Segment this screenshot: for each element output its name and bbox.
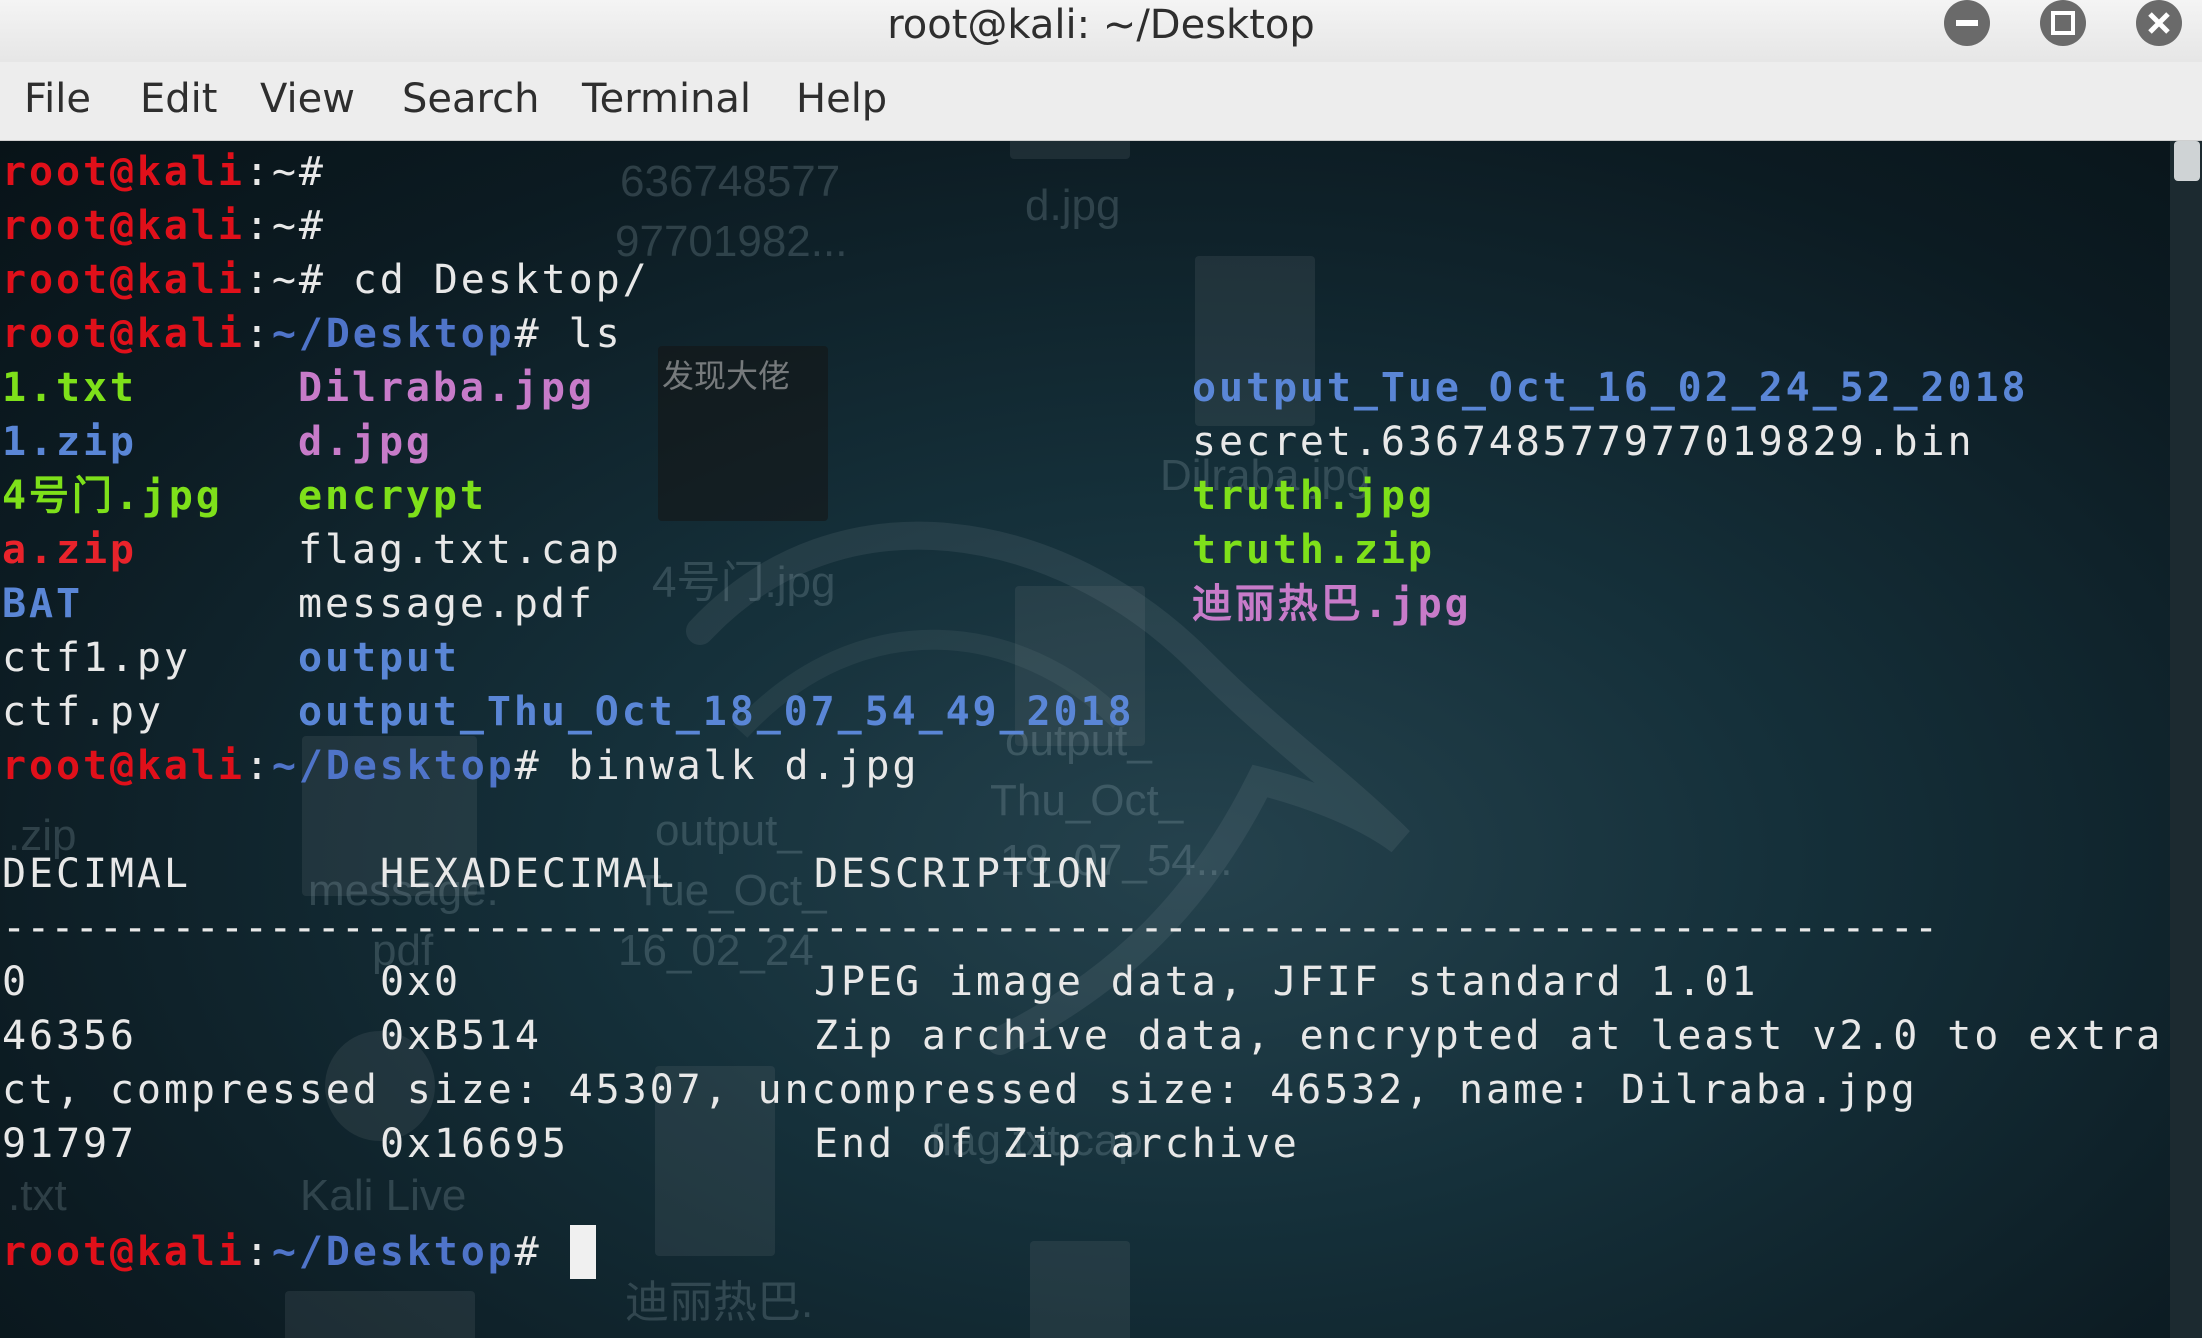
terminal-line: root@kali:~# cd Desktop/ [2, 253, 650, 307]
prompt-user: root@kali [2, 149, 245, 195]
desktop-icon-label: 迪丽热巴. [625, 1278, 814, 1327]
binwalk-hex: 0xB514 [380, 1013, 542, 1059]
prompt-user: root@kali [2, 257, 245, 303]
prompt-path: ~/Desktop [271, 311, 515, 357]
ls-entry: Dilraba.jpg [298, 365, 595, 411]
scrollbar-track[interactable] [2170, 141, 2202, 1338]
minimize-icon [1956, 20, 1978, 26]
desktop-icon-label: .txt [8, 1171, 67, 1220]
menu-search[interactable]: Search [402, 76, 539, 122]
menu-help[interactable]: Help [796, 76, 887, 122]
terminal-line: root@kali:~/Desktop# [2, 1225, 542, 1279]
ls-entry: 4号门.jpg [2, 473, 223, 519]
prompt-user: root@kali [2, 743, 245, 789]
window-title: root@kali: ~/Desktop [887, 2, 1315, 48]
ls-entry: output [298, 635, 460, 681]
command-text: binwalk d.jpg [541, 743, 920, 789]
close-icon [2148, 12, 2170, 34]
menu-view[interactable]: View [260, 76, 355, 122]
menu-file[interactable]: File [24, 76, 91, 122]
title-bar[interactable]: root@kali: ~/Desktop [0, 0, 2202, 62]
desktop-icon-image [1010, 141, 1130, 159]
prompt-path: ~ [271, 257, 299, 303]
ls-entry: ctf1.py [2, 635, 191, 681]
terminal-line: root@kali:~/Desktop# binwalk d.jpg [2, 739, 919, 793]
terminal-line: root@kali:~/Desktop# ls [2, 307, 623, 361]
desktop-icon-label: Kali Live [300, 1171, 467, 1220]
text-cursor[interactable] [570, 1225, 596, 1279]
ls-entry: truth.zip [1192, 527, 1435, 573]
prompt-path: ~ [271, 149, 299, 195]
menu-bar: File Edit View Search Terminal Help [0, 62, 2202, 142]
desktop-icon-label: output_ [655, 806, 802, 855]
ls-entry: a.zip [2, 527, 137, 573]
ls-entry: message.pdf [298, 581, 595, 627]
binwalk-hex: 0x0 [380, 959, 461, 1005]
ls-entry: truth.jpg [1192, 473, 1435, 519]
prompt-user: root@kali [2, 311, 245, 357]
binwalk-decimal: 91797 [2, 1121, 137, 1167]
prompt-separator: : [244, 743, 272, 789]
binwalk-header-description: DESCRIPTION [814, 851, 1111, 897]
prompt-hash: # [298, 149, 326, 195]
ls-entry: 1.zip [2, 419, 137, 465]
prompt-separator: : [244, 257, 272, 303]
terminal-line: root@kali:~# [2, 199, 326, 253]
ls-entry: output_Thu_Oct_18_07_54_49_2018 [298, 689, 1135, 735]
desktop-icon-label: Thu_Oct_ [990, 776, 1184, 825]
binwalk-decimal: 0 [2, 959, 29, 1005]
binwalk-description: End of Zip archive [814, 1121, 1300, 1167]
prompt-separator: : [244, 203, 272, 249]
maximize-icon [2051, 11, 2075, 35]
ls-entry: 迪丽热巴.jpg [1192, 581, 1472, 627]
binwalk-description: Zip archive data, encrypted at least v2.… [814, 1013, 2164, 1059]
prompt-hash: # [514, 1229, 542, 1275]
binwalk-decimal: 46356 [2, 1013, 137, 1059]
binwalk-description-continued: ct, compressed size: 45307, uncompressed… [2, 1067, 1918, 1113]
ls-entry: secret.636748577977019829.bin [1192, 419, 1975, 465]
ls-entry: d.jpg [298, 419, 433, 465]
ls-entry: flag.txt.cap [298, 527, 622, 573]
prompt-path: ~/Desktop [271, 743, 515, 789]
prompt-path: ~/Desktop [271, 1229, 515, 1275]
prompt-separator: : [244, 311, 272, 357]
desktop-icon-image [285, 1291, 475, 1338]
ls-entry: BAT [2, 581, 83, 627]
prompt-separator: : [244, 149, 272, 195]
ls-entry: 1.txt [2, 365, 137, 411]
binwalk-header-hex: HEXADECIMAL [380, 851, 677, 897]
desktop-icon-label: 4号门.jpg [652, 558, 836, 607]
scrollbar-thumb[interactable] [2174, 141, 2200, 181]
binwalk-hex: 0x16695 [380, 1121, 569, 1167]
ls-entry: ctf.py [2, 689, 164, 735]
desktop-icon-label: 发现大佬 [662, 358, 791, 394]
menu-terminal[interactable]: Terminal [582, 76, 751, 122]
binwalk-description: JPEG image data, JFIF standard 1.01 [814, 959, 1759, 1005]
binwalk-header-decimal: DECIMAL [2, 851, 191, 897]
binwalk-separator: ----------------------------------------… [2, 905, 1939, 951]
prompt-hash: # [298, 257, 326, 303]
ls-entry: encrypt [298, 473, 487, 519]
desktop-icon-label: 636748577 [620, 157, 841, 206]
prompt-separator: : [244, 1229, 272, 1275]
prompt-hash: # [514, 311, 542, 357]
prompt-hash: # [514, 743, 542, 789]
terminal-line: root@kali:~# [2, 145, 326, 199]
menu-edit[interactable]: Edit [140, 76, 217, 122]
desktop-icon-file [1030, 1241, 1130, 1338]
terminal-window: root@kali: ~/Desktop File Edit View Sear… [0, 0, 2202, 1338]
terminal-output[interactable]: 636748577 97701982... d.jpg Dilraba.jpg … [0, 141, 2170, 1338]
maximize-button[interactable] [2040, 0, 2086, 46]
prompt-user: root@kali [2, 1229, 245, 1275]
minimize-button[interactable] [1944, 0, 1990, 46]
close-button[interactable] [2136, 0, 2182, 46]
ls-entry: output_Tue_Oct_16_02_24_52_2018 [1192, 365, 2029, 411]
desktop-icon-label: 97701982... [615, 217, 848, 266]
prompt-path: ~ [271, 203, 299, 249]
prompt-user: root@kali [2, 203, 245, 249]
command-text: cd Desktop/ [325, 257, 650, 303]
desktop-icon-label: d.jpg [1025, 181, 1121, 230]
command-text: ls [541, 311, 623, 357]
prompt-hash: # [298, 203, 326, 249]
